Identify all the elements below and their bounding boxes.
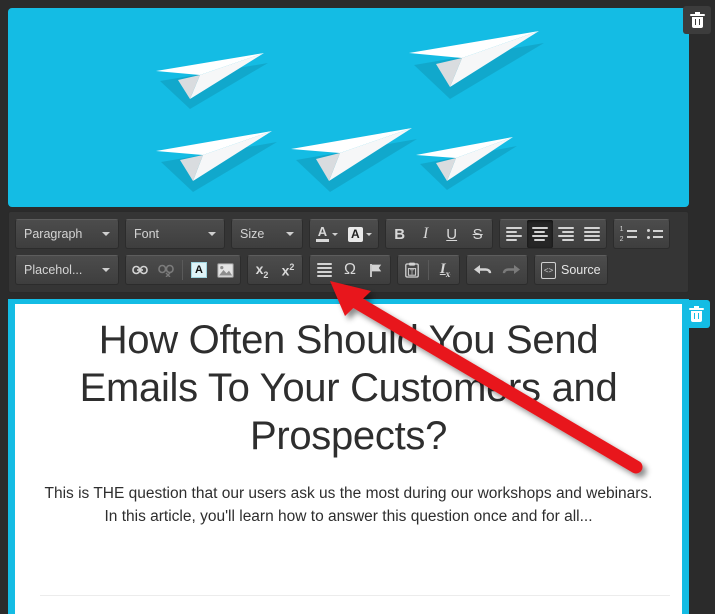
superscript-button[interactable]: x2: [275, 256, 301, 284]
link-button[interactable]: [127, 256, 153, 284]
toolbar-row-1: Paragraph Font Size A A B I U S 1 2: [12, 216, 685, 252]
align-center-icon: [531, 227, 548, 241]
source-button[interactable]: <> Source: [536, 256, 606, 284]
source-button-group: <> Source: [534, 255, 608, 285]
placeholder-label: Placehol...: [24, 263, 83, 277]
redo-button[interactable]: [497, 256, 526, 284]
insert-button-group: A: [125, 255, 241, 285]
redo-arrow-icon: [502, 265, 520, 274]
chevron-down-icon: [102, 268, 110, 272]
page-title: How Often Should You Send Emails To Your…: [79, 318, 618, 458]
toolbar-separator: [428, 260, 429, 280]
script-button-group: x2 x2: [247, 255, 303, 285]
body-paragraph: This is THE question that our users ask …: [44, 485, 653, 525]
trash-icon: [688, 306, 704, 322]
numbered-list-icon: 12: [620, 226, 637, 243]
remove-format-button[interactable]: Ix: [432, 256, 458, 284]
background-color-button[interactable]: A: [343, 220, 377, 248]
link-icon: [132, 265, 148, 275]
chevron-down-icon: [102, 232, 110, 236]
paste-as-text-icon: T: [405, 262, 419, 278]
align-justify-icon: [583, 227, 600, 241]
text-color-button[interactable]: A: [311, 220, 343, 248]
align-justify-button[interactable]: [579, 220, 605, 248]
align-right-icon: [557, 227, 574, 241]
superscript-icon: x2: [281, 261, 295, 279]
undo-arrow-icon: [474, 265, 492, 274]
font-size-dropdown[interactable]: Size: [231, 219, 303, 249]
special-character-button[interactable]: Ω: [337, 256, 363, 284]
underline-button[interactable]: U: [439, 220, 465, 248]
paper-plane-icon: [153, 128, 278, 196]
unlink-icon: [158, 264, 174, 277]
paper-plane-icon: [288, 125, 418, 197]
paper-plane-icon: [406, 28, 546, 104]
background-color-icon: A: [348, 226, 363, 242]
strikethrough-button[interactable]: S: [465, 220, 491, 248]
align-left-icon: [505, 227, 522, 241]
image-button[interactable]: [212, 256, 239, 284]
align-left-button[interactable]: [501, 220, 527, 248]
bulleted-list-icon: [646, 229, 663, 239]
numbered-list-button[interactable]: 12: [615, 220, 642, 248]
text-content-inner: How Often Should You Send Emails To Your…: [15, 304, 682, 528]
chevron-down-icon: [332, 232, 338, 236]
editor-canvas: Paragraph Font Size A A B I U S 1 2 Plac…: [0, 0, 715, 614]
block-tools-group: Ω: [309, 255, 391, 285]
text-style-button-group: B I U S: [384, 219, 493, 249]
font-family-label: Font: [134, 227, 160, 241]
source-button-label: Source: [561, 263, 601, 277]
placeholder-dropdown[interactable]: Placehol...: [15, 255, 119, 285]
subscript-icon: x2: [255, 260, 269, 280]
paper-plane-icon: [153, 50, 268, 112]
paragraph-format-dropdown[interactable]: Paragraph: [15, 219, 119, 249]
trash-icon: [689, 12, 705, 28]
align-center-button[interactable]: [526, 220, 553, 248]
history-button-group: [466, 255, 528, 285]
alignment-button-group: [498, 219, 607, 249]
chevron-down-icon: [286, 232, 294, 236]
paper-plane-icon: [413, 134, 518, 194]
undo-button[interactable]: [468, 256, 497, 284]
blockquote-icon: [316, 263, 332, 277]
bold-button[interactable]: B: [387, 220, 413, 248]
toolbar-row-2: Placehol... A x2 x2 Ω T Ix <> Source: [12, 252, 685, 288]
clipboard-tools-group: T Ix: [397, 255, 460, 285]
blockquote-button[interactable]: [311, 256, 337, 284]
hero-image-background: [8, 8, 689, 207]
source-code-icon: <>: [541, 261, 556, 279]
toolbar-separator: [182, 260, 183, 280]
anchor-button[interactable]: A: [186, 256, 212, 284]
text-content-block[interactable]: How Often Should You Send Emails To Your…: [8, 299, 689, 614]
paragraph-format-label: Paragraph: [24, 227, 83, 241]
remove-format-icon: Ix: [439, 261, 451, 279]
chevron-down-icon: [208, 232, 216, 236]
chevron-down-icon: [365, 232, 372, 236]
image-icon: [217, 262, 234, 278]
anchor-icon: A: [191, 262, 207, 278]
paste-as-text-button[interactable]: T: [399, 256, 425, 284]
unlink-button[interactable]: [153, 256, 179, 284]
flag-icon: [370, 263, 382, 277]
list-button-group: 12: [612, 219, 670, 249]
hero-image-block[interactable]: [8, 8, 689, 207]
delete-text-block-button[interactable]: [682, 300, 710, 328]
align-right-button[interactable]: [553, 220, 579, 248]
flag-button[interactable]: [363, 256, 389, 284]
font-size-label: Size: [240, 227, 265, 241]
italic-button[interactable]: I: [413, 220, 439, 248]
text-color-icon: A: [316, 225, 329, 242]
editor-toolbar: Paragraph Font Size A A B I U S 1 2 Plac…: [8, 211, 689, 293]
section-divider: [40, 595, 670, 596]
font-family-dropdown[interactable]: Font: [125, 219, 225, 249]
color-button-group: A A: [309, 219, 379, 249]
bulleted-list-button[interactable]: [642, 220, 668, 248]
delete-hero-block-button[interactable]: [683, 6, 711, 34]
subscript-button[interactable]: x2: [249, 256, 275, 284]
